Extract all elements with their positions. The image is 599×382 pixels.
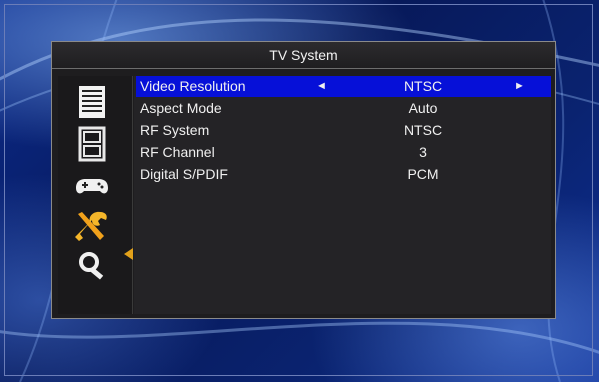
setting-value: NTSC xyxy=(403,78,443,94)
setting-value: PCM xyxy=(407,166,439,182)
left-arrow-icon[interactable]: ◄ xyxy=(316,76,327,97)
setting-value: Auto xyxy=(408,100,438,116)
menu-panel: TV System Video Resolution ◄ NTSC ► Aspe… xyxy=(51,41,556,319)
setting-label: Video Resolution xyxy=(140,78,246,94)
search-icon[interactable] xyxy=(70,248,114,284)
setting-label: Digital S/PDIF xyxy=(140,166,228,182)
gamepad-icon[interactable] xyxy=(70,168,114,204)
setting-video-resolution[interactable]: Video Resolution ◄ NTSC ► xyxy=(136,76,551,97)
document-icon[interactable] xyxy=(70,84,114,120)
selected-category-pointer xyxy=(124,248,133,260)
setting-value: 3 xyxy=(419,144,427,160)
tools-icon[interactable] xyxy=(70,208,114,244)
menu-title: TV System xyxy=(52,42,555,69)
setting-label: RF System xyxy=(140,122,210,138)
film-icon[interactable] xyxy=(70,126,114,162)
settings-list: Video Resolution ◄ NTSC ► Aspect Mode Au… xyxy=(134,76,551,314)
setting-rf-channel[interactable]: RF Channel 3 xyxy=(136,142,551,163)
setting-label: RF Channel xyxy=(140,144,215,160)
category-sidebar xyxy=(58,76,133,314)
setting-digital-spdif[interactable]: Digital S/PDIF PCM xyxy=(136,164,551,185)
setting-rf-system[interactable]: RF System NTSC xyxy=(136,120,551,141)
setting-value: NTSC xyxy=(403,122,443,138)
right-arrow-icon[interactable]: ► xyxy=(514,76,525,97)
setting-label: Aspect Mode xyxy=(140,100,222,116)
setting-aspect-mode[interactable]: Aspect Mode Auto xyxy=(136,98,551,119)
